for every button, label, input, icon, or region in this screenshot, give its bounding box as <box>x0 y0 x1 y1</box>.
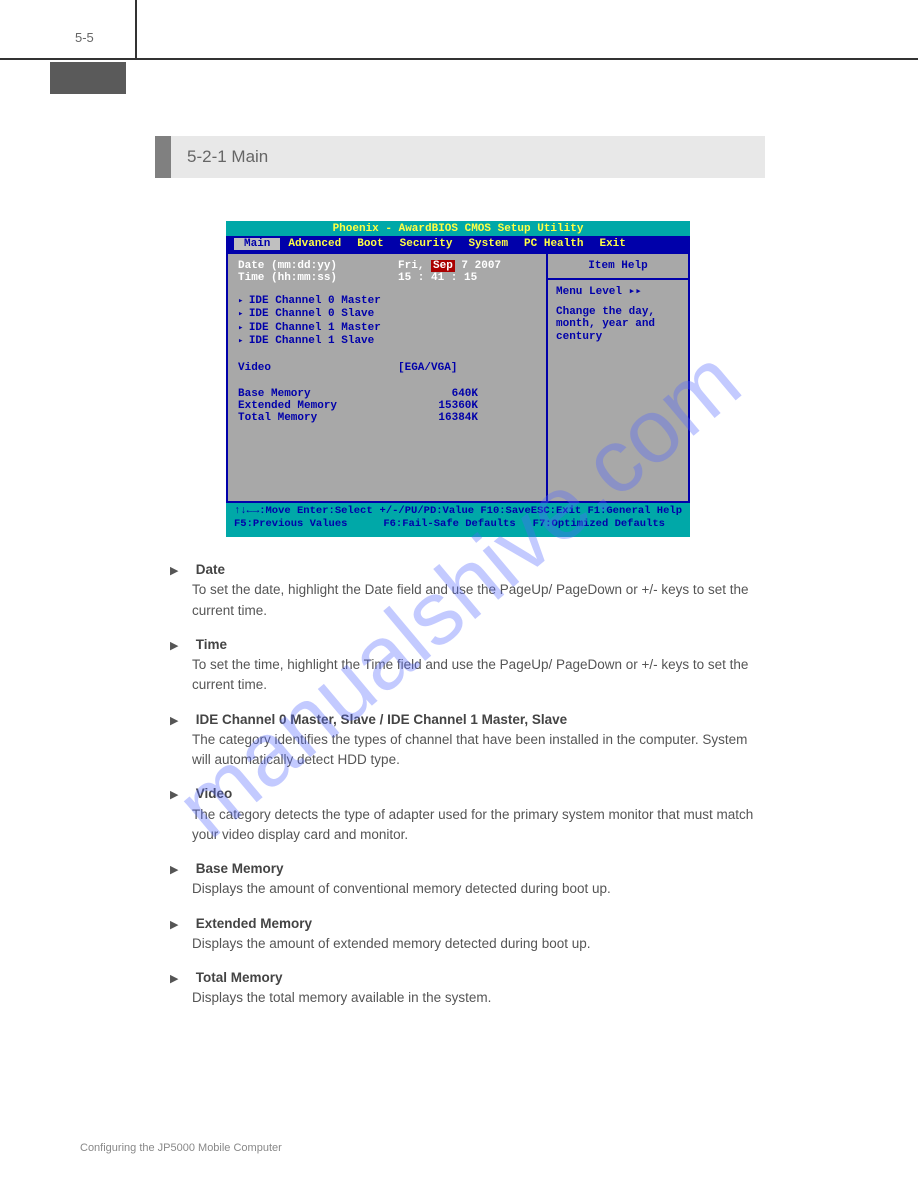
bios-date-label: Date (mm:dd:yy) <box>238 260 398 272</box>
bios-ext-mem-label: Extended Memory <box>238 400 398 412</box>
section-accent <box>155 136 171 178</box>
bios-video-row[interactable]: Video [EGA/VGA] <box>238 362 536 374</box>
desc-item-total-mem: ▶ Total Memory Displays the total memory… <box>170 968 760 1009</box>
bios-body: Date (mm:dd:yy) Fri, Sep 7 2007 Time (hh… <box>226 252 690 503</box>
bios-tab-system[interactable]: System <box>460 238 516 250</box>
bios-ext-mem-row: Extended Memory 15360K <box>238 400 536 412</box>
bullet-icon: ▶ <box>170 638 192 655</box>
desc-item-ext-mem: ▶ Extended Memory Displays the amount of… <box>170 914 760 955</box>
page-number: 5-5 <box>75 30 94 45</box>
bios-time-label: Time (hh:mm:ss) <box>238 272 398 284</box>
desc-label: IDE Channel 0 Master, Slave / IDE Channe… <box>196 712 567 727</box>
bios-ide-0-master[interactable]: IDE Channel 0 Master <box>238 295 536 307</box>
page-footer: Configuring the JP5000 Mobile Computer <box>80 1142 282 1154</box>
bios-date-row[interactable]: Date (mm:dd:yy) Fri, Sep 7 2007 <box>238 260 536 272</box>
bullet-icon: ▶ <box>170 971 192 988</box>
desc-label: Total Memory <box>196 970 283 985</box>
bios-tab-security[interactable]: Security <box>392 238 461 250</box>
desc-item-time: ▶ Time To set the time, highlight the Ti… <box>170 635 760 696</box>
page-header: 5-5 <box>0 0 918 60</box>
legend-value: +/-/PU/PD:Value F10:Save <box>380 505 531 518</box>
bios-tab-boot[interactable]: Boot <box>349 238 391 250</box>
desc-text: Displays the total memory available in t… <box>170 988 760 1008</box>
desc-item-ide: ▶ IDE Channel 0 Master, Slave / IDE Chan… <box>170 710 760 771</box>
chapter-block <box>50 62 126 94</box>
legend-f7: F7:Optimized Defaults <box>533 518 682 531</box>
bullet-icon: ▶ <box>170 787 192 804</box>
bios-menubar[interactable]: Main Advanced Boot Security System PC He… <box>226 236 690 252</box>
bios-base-mem-label: Base Memory <box>238 388 398 400</box>
desc-item-video: ▶ Video The category detects the type of… <box>170 784 760 845</box>
bios-ide-1-slave[interactable]: IDE Channel 1 Slave <box>238 335 536 347</box>
section-title: 5-2-1 Main <box>171 147 268 167</box>
section-heading: 5-2-1 Main <box>155 136 765 178</box>
bios-key-legend: ↑↓←→:Move Enter:Select +/-/PU/PD:Value F… <box>226 503 690 534</box>
bios-ext-mem-val: 15360K <box>398 400 478 412</box>
desc-label: Time <box>196 637 227 652</box>
desc-text: Displays the amount of conventional memo… <box>170 879 760 899</box>
bios-tot-mem-val: 16384K <box>398 412 478 424</box>
bios-help-body: Menu Level ▸▸ Change the day, month, yea… <box>548 280 688 348</box>
bios-main-panel: Date (mm:dd:yy) Fri, Sep 7 2007 Time (hh… <box>226 252 546 503</box>
desc-item-base-mem: ▶ Base Memory Displays the amount of con… <box>170 859 760 900</box>
bios-base-mem-row: Base Memory 640K <box>238 388 536 400</box>
bios-date-value[interactable]: Fri, Sep 7 2007 <box>398 260 501 272</box>
bios-tab-pchealth[interactable]: PC Health <box>516 238 591 250</box>
bios-tab-advanced[interactable]: Advanced <box>280 238 349 250</box>
bios-menu-level: Menu Level ▸▸ <box>556 286 680 298</box>
bios-help-text: Change the day, month, year and century <box>556 306 680 342</box>
bios-video-label: Video <box>238 362 398 374</box>
bios-help-title: Item Help <box>548 254 688 280</box>
desc-text: The category identifies the types of cha… <box>170 730 760 771</box>
bios-base-mem-val: 640K <box>398 388 478 400</box>
bios-help-panel: Item Help Menu Level ▸▸ Change the day, … <box>546 252 690 503</box>
bios-tab-main[interactable]: Main <box>234 238 280 250</box>
legend-exit: ESC:Exit F1:General Help <box>531 505 682 518</box>
desc-text: The category detects the type of adapter… <box>170 805 760 846</box>
date-suffix: 7 2007 <box>455 260 501 272</box>
description-list: ▶ Date To set the date, highlight the Da… <box>170 560 760 1023</box>
bios-utility-title: Phoenix - AwardBIOS CMOS Setup Utility <box>226 221 690 236</box>
desc-label: Extended Memory <box>196 916 312 931</box>
header-divider <box>135 0 137 60</box>
bullet-icon: ▶ <box>170 862 192 879</box>
bios-time-value[interactable]: 15 : 41 : 15 <box>398 272 477 284</box>
desc-label: Date <box>196 562 225 577</box>
bios-screenshot: Phoenix - AwardBIOS CMOS Setup Utility M… <box>226 221 690 537</box>
bios-ide-0-slave[interactable]: IDE Channel 0 Slave <box>238 308 536 320</box>
desc-label: Video <box>196 786 233 801</box>
bios-tab-exit[interactable]: Exit <box>591 238 633 250</box>
bios-video-value[interactable]: [EGA/VGA] <box>398 362 457 374</box>
legend-f6: F6:Fail-Safe Defaults <box>383 518 532 531</box>
bios-tot-mem-label: Total Memory <box>238 412 398 424</box>
bullet-icon: ▶ <box>170 713 192 730</box>
desc-text: To set the date, highlight the Date fiel… <box>170 580 760 621</box>
bios-tot-mem-row: Total Memory 16384K <box>238 412 536 424</box>
legend-move: ↑↓←→:Move Enter:Select <box>234 505 380 518</box>
desc-text: To set the time, highlight the Time fiel… <box>170 655 760 696</box>
desc-item-date: ▶ Date To set the date, highlight the Da… <box>170 560 760 621</box>
date-selected[interactable]: Sep <box>431 260 455 272</box>
bullet-icon: ▶ <box>170 917 192 934</box>
legend-f5: F5:Previous Values <box>234 518 383 531</box>
desc-text: Displays the amount of extended memory d… <box>170 934 760 954</box>
date-prefix: Fri, <box>398 260 431 272</box>
desc-label: Base Memory <box>196 861 284 876</box>
bios-ide-1-master[interactable]: IDE Channel 1 Master <box>238 322 536 334</box>
bios-time-row[interactable]: Time (hh:mm:ss) 15 : 41 : 15 <box>238 272 536 284</box>
bullet-icon: ▶ <box>170 563 192 580</box>
